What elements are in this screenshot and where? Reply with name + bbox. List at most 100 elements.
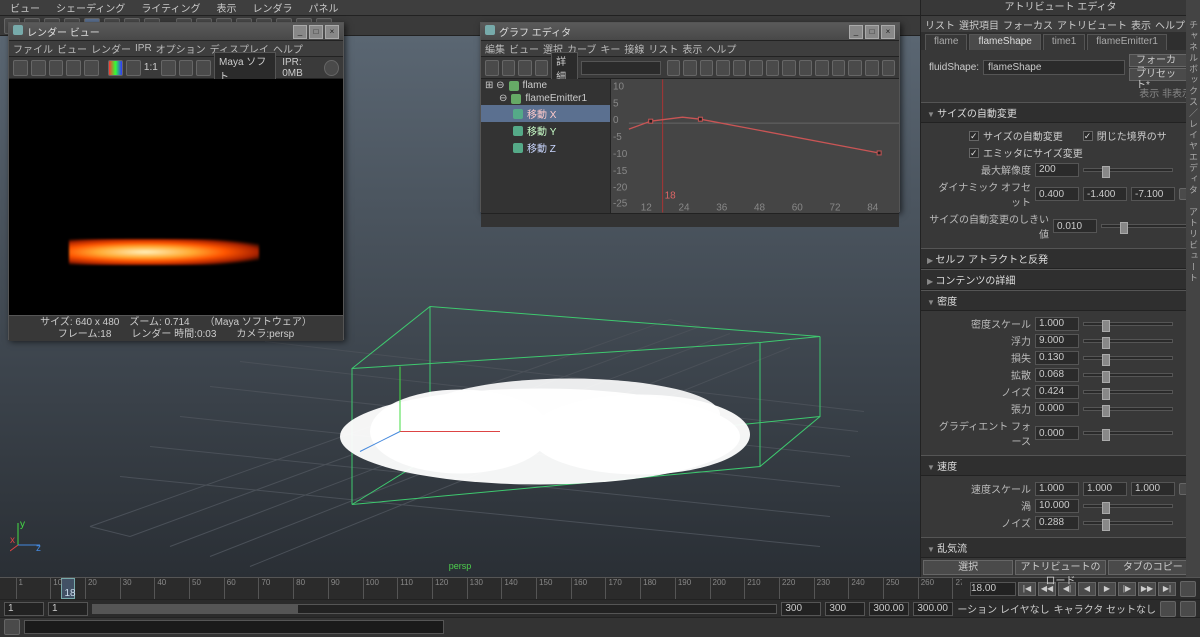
tab-emitter[interactable]: flameEmitter1	[1087, 34, 1167, 50]
slider[interactable]	[1083, 322, 1173, 326]
tangent-icon[interactable]	[700, 60, 714, 76]
checkbox[interactable]	[1083, 131, 1093, 141]
maximize-icon[interactable]: □	[865, 25, 879, 39]
refresh-icon[interactable]	[84, 60, 99, 76]
tangent-icon[interactable]	[733, 60, 747, 76]
time-cursor[interactable]: 18	[61, 578, 75, 599]
tab-flame[interactable]: flame	[925, 34, 967, 50]
render-image[interactable]	[9, 79, 343, 315]
tool-icon[interactable]	[161, 60, 176, 76]
menu-item[interactable]: ファイル	[13, 41, 53, 56]
menu-renderer[interactable]: レンダラ	[247, 0, 299, 15]
step-fwd-icon[interactable]: ▶▶	[1138, 582, 1156, 596]
close-icon[interactable]: ×	[325, 25, 339, 39]
render-region-icon[interactable]	[31, 60, 46, 76]
menu-item[interactable]: IPR	[135, 43, 152, 54]
menu-item[interactable]: ヘルプ	[1155, 17, 1185, 32]
slider[interactable]	[1083, 356, 1173, 360]
range-start-field[interactable]	[4, 602, 44, 616]
current-frame-field[interactable]	[970, 582, 1016, 596]
menu-item[interactable]: リスト	[648, 41, 678, 56]
tool-icon[interactable]	[502, 60, 516, 76]
checkbox[interactable]	[969, 148, 979, 158]
maximize-icon[interactable]: □	[309, 25, 323, 39]
tangent-icon[interactable]	[865, 60, 879, 76]
section-turb[interactable]: 乱気流	[921, 537, 1200, 557]
tangent-icon[interactable]	[782, 60, 796, 76]
window-titlebar[interactable]: レンダー ビュー _ □ ×	[9, 23, 343, 41]
tangent-icon[interactable]	[882, 60, 896, 76]
menu-item[interactable]: 表示	[1131, 17, 1151, 32]
tangent-icon[interactable]	[848, 60, 862, 76]
tool-icon[interactable]	[179, 60, 194, 76]
time-field-2[interactable]	[913, 602, 953, 616]
channel-tx[interactable]: 移動 X	[481, 105, 610, 122]
max-res-field[interactable]	[1035, 163, 1079, 177]
menu-shading[interactable]: シェーディング	[50, 0, 131, 15]
thresh-field[interactable]	[1053, 219, 1097, 233]
minimize-icon[interactable]: _	[849, 25, 863, 39]
density-scale[interactable]	[1035, 317, 1079, 331]
section-velocity[interactable]: 速度	[921, 455, 1200, 476]
graph-editor-window[interactable]: グラフ エディタ _ □ × 編集 ビュー 選択 カーブ キー 接線 リスト 表…	[480, 22, 900, 212]
time-field-1[interactable]	[869, 602, 909, 616]
load-attr-button[interactable]: アトリビュートのロード	[1015, 560, 1105, 575]
tangent-icon[interactable]	[799, 60, 813, 76]
menu-item[interactable]: ヘルプ	[706, 41, 736, 56]
checkbox[interactable]	[969, 131, 979, 141]
alpha-icon[interactable]	[126, 60, 141, 76]
menu-item[interactable]: 表示	[682, 41, 702, 56]
tangent-icon[interactable]	[716, 60, 730, 76]
graph-outliner[interactable]: ⊞ ⊖flame ⊖flameEmitter1 移動 X 移動 Y 移動 Z	[481, 79, 611, 213]
tree-node[interactable]: ⊖flameEmitter1	[481, 92, 610, 105]
preset-button[interactable]: プリセット*	[1129, 68, 1192, 81]
tangent-icon[interactable]	[832, 60, 846, 76]
focus-button[interactable]: フォーカス	[1129, 54, 1192, 67]
right-tab-strip[interactable]: チャネルボックス／レイヤエディタ アトリビュート	[1186, 0, 1200, 577]
density-grad[interactable]	[1035, 426, 1079, 440]
slider[interactable]	[1083, 521, 1173, 525]
tangent-icon[interactable]	[815, 60, 829, 76]
minimize-icon[interactable]: _	[293, 25, 307, 39]
timeline-options-icon[interactable]	[1180, 581, 1196, 597]
snapshot-icon[interactable]	[49, 60, 64, 76]
range-end-field[interactable]	[825, 602, 865, 616]
play-icon[interactable]: ▶	[1098, 582, 1116, 596]
menu-item[interactable]: 接線	[624, 41, 644, 56]
density-buoy[interactable]	[1035, 334, 1079, 348]
menu-view[interactable]: ビュー	[4, 0, 46, 15]
menu-item[interactable]: 編集	[485, 41, 505, 56]
section-contents[interactable]: コンテンツの詳細	[921, 269, 1200, 290]
density-diff[interactable]	[1035, 368, 1079, 382]
menu-panel[interactable]: パネル	[303, 0, 345, 15]
section-autoresize[interactable]: サイズの自動変更	[921, 102, 1200, 123]
range-in-field[interactable]	[48, 602, 88, 616]
tangent-icon[interactable]	[749, 60, 763, 76]
close-icon[interactable]: ×	[881, 25, 895, 39]
range-slider[interactable]	[92, 604, 777, 614]
menu-item[interactable]: フォーカス	[1003, 17, 1053, 32]
range-out-field[interactable]	[781, 602, 821, 616]
vel-swirl[interactable]	[1035, 499, 1079, 513]
dynoff-z[interactable]	[1131, 187, 1175, 201]
menu-item[interactable]: リスト	[925, 17, 955, 32]
next-frame-icon[interactable]: |▶	[1118, 582, 1136, 596]
rewind-start-icon[interactable]: |◀	[1018, 582, 1036, 596]
dynoff-y[interactable]	[1083, 187, 1127, 201]
ipr-icon[interactable]	[66, 60, 81, 76]
attr-scroll[interactable]: サイズの自動変更 サイズの自動変更 閉じた境界のサ エミッタにサイズ変更 最大解…	[921, 102, 1200, 557]
menu-item[interactable]: オプション	[156, 41, 206, 56]
command-input[interactable]	[24, 620, 444, 634]
tangent-icon[interactable]	[683, 60, 697, 76]
vel-scale-x[interactable]	[1035, 482, 1079, 496]
tangent-icon[interactable]	[667, 60, 681, 76]
menu-display[interactable]: 表示	[211, 0, 243, 15]
axis-gizmo[interactable]: y z x	[10, 519, 44, 553]
render-view-window[interactable]: レンダー ビュー _ □ × ファイル ビュー レンダー IPR オプション デ…	[8, 22, 344, 340]
menu-item[interactable]: ビュー	[57, 41, 87, 56]
slider[interactable]	[1083, 168, 1173, 172]
charset-dropdown[interactable]: キャラクタ セットなし	[1054, 601, 1156, 616]
timeline[interactable]: 18 1102030405060708090100110120130140150…	[0, 578, 1200, 600]
menu-lighting[interactable]: ライティング	[135, 0, 206, 15]
vel-scale-z[interactable]	[1131, 482, 1175, 496]
